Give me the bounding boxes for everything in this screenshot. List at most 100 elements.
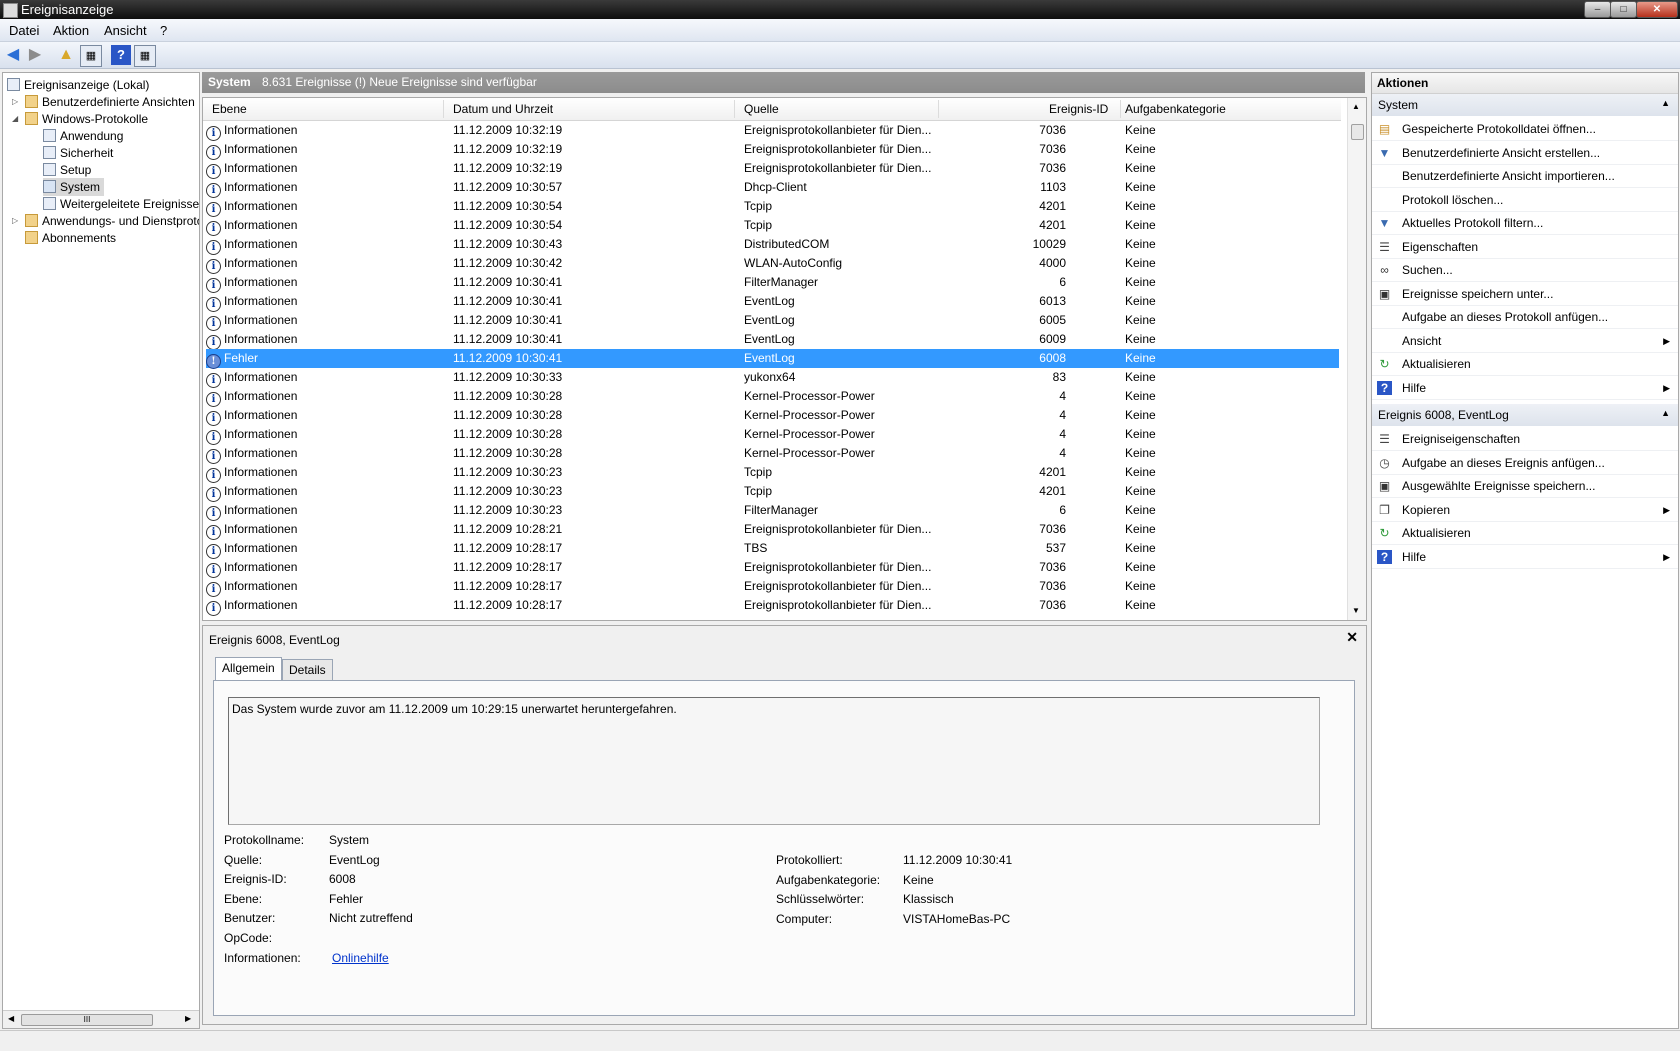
scroll-left-icon[interactable]: ◀ — [8, 1014, 14, 1023]
action-item[interactable]: ❐ Kopieren ▶ — [1372, 499, 1678, 522]
collapse-windows-logs-icon[interactable]: ◢ — [12, 114, 18, 123]
column-datum[interactable]: Datum und Uhrzeit — [453, 102, 553, 116]
cell-text: 6 — [1059, 275, 1066, 289]
table-row[interactable]: i Informationen 11.12.2009 10:30:42 WLAN-Au… — [206, 254, 1339, 274]
tree-log-anwendung[interactable]: Anwendung — [43, 127, 123, 145]
tree-custom-views[interactable]: Benutzerdefinierte Ansichten — [25, 93, 195, 111]
action-item[interactable]: ▤ Gespeicherte Protokolldatei öffnen... — [1372, 118, 1678, 141]
table-row[interactable]: i Informationen 11.12.2009 10:30:33 yukonx6… — [206, 368, 1339, 388]
menu-datei[interactable]: Datei — [9, 23, 39, 38]
tree-log-forwarded[interactable]: Weitergeleitete Ereignisse — [43, 195, 199, 213]
table-row[interactable]: i Informationen 11.12.2009 10:30:57 Dhcp-Cl… — [206, 178, 1339, 198]
forward-icon[interactable]: ▶ — [25, 45, 45, 65]
action-item[interactable]: ◷ Aufgabe an dieses Ereignis anfügen... — [1372, 452, 1678, 475]
table-row[interactable]: i Informationen 11.12.2009 10:30:28 Kernel-… — [206, 444, 1339, 464]
column-quelle[interactable]: Quelle — [744, 102, 779, 116]
column-divider[interactable] — [734, 100, 735, 118]
section-system[interactable]: System ▲ — [1372, 94, 1678, 116]
action-item[interactable]: ↻ Aktualisieren — [1372, 353, 1678, 376]
table-row[interactable]: i Informationen 11.12.2009 10:30:28 Kernel-… — [206, 406, 1339, 426]
table-cell: i Informationen — [206, 539, 431, 559]
cell-text: Ereignisprotokollanbieter für Dien... — [744, 142, 932, 156]
section-event[interactable]: Ereignis 6008, EventLog ▲ — [1372, 404, 1678, 426]
action-item[interactable]: ▼ Aktuelles Protokoll filtern... — [1372, 212, 1678, 235]
table-row[interactable]: i Informationen 11.12.2009 10:28:17 TBS 537 K… — [206, 539, 1339, 559]
action-item[interactable]: ∞ Suchen... — [1372, 259, 1678, 282]
action-item[interactable]: Protokoll löschen... — [1372, 189, 1678, 212]
table-row[interactable]: i Informationen 11.12.2009 10:30:41 EventLo… — [206, 311, 1339, 331]
action-item[interactable]: ? Hilfe ▶ — [1372, 546, 1678, 569]
table-row[interactable]: i Informationen 11.12.2009 10:30:41 EventLo… — [206, 292, 1339, 312]
column-divider[interactable] — [443, 100, 444, 118]
action-item[interactable]: ▼ Benutzerdefinierte Ansicht erstellen... — [1372, 142, 1678, 165]
action-item[interactable]: ? Hilfe ▶ — [1372, 377, 1678, 400]
action-item[interactable]: Aufgabe an dieses Protokoll anfügen... — [1372, 306, 1678, 329]
tree-subscriptions[interactable]: Abonnements — [25, 229, 116, 247]
table-row[interactable]: i Informationen 11.12.2009 10:28:17 Ereigni… — [206, 596, 1339, 616]
field-label: OpCode: — [224, 931, 273, 945]
expand-custom-views-icon[interactable]: ▷ — [12, 97, 18, 106]
column-ebene[interactable]: Ebene — [212, 102, 247, 116]
table-row[interactable]: i Informationen 11.12.2009 10:32:19 Ereigni… — [206, 159, 1339, 179]
table-row[interactable]: i Informationen 11.12.2009 10:30:23 FilterM… — [206, 501, 1339, 521]
table-row[interactable]: i Informationen 11.12.2009 10:30:41 EventLo… — [206, 330, 1339, 350]
close-detail-icon[interactable]: ✕ — [1346, 629, 1358, 646]
help-icon[interactable]: ? — [111, 45, 131, 65]
tree-apps-services[interactable]: Anwendungs- und Dienstprotokolle — [25, 212, 199, 230]
up-folder-icon[interactable]: ▲ — [56, 45, 76, 65]
column-ereignis-id[interactable]: Ereignis-ID — [1049, 102, 1108, 116]
close-button[interactable]: ✕ — [1636, 1, 1678, 18]
expand-apps-services-icon[interactable]: ▷ — [12, 216, 18, 225]
menu-help[interactable]: ? — [160, 23, 167, 38]
table-row[interactable]: i Informationen 11.12.2009 10:30:43 Distrib… — [206, 235, 1339, 255]
collapse-icon[interactable]: ▲ — [1661, 98, 1670, 108]
tab-details[interactable]: Details — [282, 659, 333, 681]
collapse-icon[interactable]: ▲ — [1661, 408, 1670, 418]
action-item[interactable]: ▣ Ereignisse speichern unter... — [1372, 283, 1678, 306]
column-divider[interactable] — [938, 100, 939, 118]
table-row[interactable]: ! Fehler 11.12.2009 10:30:41 EventLog 6008 Ke… — [206, 349, 1339, 369]
table-row[interactable]: i Informationen 11.12.2009 10:30:41 FilterM… — [206, 273, 1339, 293]
action-item[interactable]: ▣ Ausgewählte Ereignisse speichern... — [1372, 475, 1678, 498]
scroll-down-icon[interactable]: ▼ — [1352, 606, 1360, 615]
event-message[interactable]: Das System wurde zuvor am 11.12.2009 um … — [228, 697, 1320, 825]
table-row[interactable]: i Informationen 11.12.2009 10:30:54 Tcpip 42… — [206, 197, 1339, 217]
table-row[interactable]: i Informationen 11.12.2009 10:30:28 Kernel-… — [206, 425, 1339, 445]
table-row[interactable]: i Informationen 11.12.2009 10:28:17 Ereigni… — [206, 577, 1339, 597]
table-row[interactable]: i Informationen 11.12.2009 10:30:54 Tcpip 42… — [206, 216, 1339, 236]
table-row[interactable]: i Informationen 11.12.2009 10:28:21 Ereigni… — [206, 520, 1339, 540]
column-aufgabenkategorie[interactable]: Aufgabenkategorie — [1125, 102, 1226, 116]
table-row[interactable]: i Informationen 11.12.2009 10:30:23 Tcpip 42… — [206, 463, 1339, 483]
tree-horizontal-scrollbar[interactable]: ◀ III ▶ — [3, 1010, 199, 1028]
tree-root[interactable]: Ereignisanzeige (Lokal) — [7, 76, 149, 94]
scroll-thumb[interactable]: III — [21, 1014, 153, 1026]
action-item[interactable]: Ansicht ▶ — [1372, 330, 1678, 353]
action-item[interactable]: ☰ Eigenschaften — [1372, 236, 1678, 259]
tree-log-sicherheit[interactable]: Sicherheit — [43, 144, 113, 162]
back-icon[interactable]: ◀ — [3, 45, 23, 65]
action-item[interactable]: Benutzerdefinierte Ansicht importieren..… — [1372, 165, 1678, 188]
action-item[interactable]: ☰ Ereigniseigenschaften — [1372, 428, 1678, 451]
menu-aktion[interactable]: Aktion — [53, 23, 89, 38]
table-row[interactable]: i Informationen 11.12.2009 10:30:28 Kernel-… — [206, 387, 1339, 407]
action-item[interactable]: ↻ Aktualisieren — [1372, 522, 1678, 545]
table-row[interactable]: i Informationen 11.12.2009 10:32:19 Ereigni… — [206, 140, 1339, 160]
table-row[interactable]: i Informationen 11.12.2009 10:30:23 Tcpip 42… — [206, 482, 1339, 502]
event-list-scrollbar[interactable]: ▲ ▼ — [1347, 98, 1366, 620]
minimize-button[interactable]: ‒ — [1584, 1, 1611, 18]
tree-windows-logs[interactable]: Windows-Protokolle — [25, 110, 148, 128]
scroll-thumb[interactable] — [1351, 124, 1364, 140]
tree-log-system[interactable]: System — [43, 178, 105, 196]
scroll-right-icon[interactable]: ▶ — [185, 1014, 191, 1023]
tree-log-setup[interactable]: Setup — [43, 161, 91, 179]
scroll-up-icon[interactable]: ▲ — [1352, 102, 1360, 111]
table-row[interactable]: i Informationen 11.12.2009 10:28:17 Ereigni… — [206, 558, 1339, 578]
column-divider[interactable] — [1120, 100, 1121, 118]
menu-ansicht[interactable]: Ansicht — [104, 23, 147, 38]
maximize-button[interactable]: □ — [1610, 1, 1637, 18]
show-action-pane-icon[interactable]: ▦ — [134, 45, 156, 67]
tab-allgemein[interactable]: Allgemein — [215, 657, 282, 681]
online-help-link[interactable]: Onlinehilfe — [332, 951, 389, 965]
show-tree-icon[interactable]: ▦ — [80, 45, 102, 67]
table-row[interactable]: i Informationen 11.12.2009 10:32:19 Ereigni… — [206, 121, 1339, 141]
